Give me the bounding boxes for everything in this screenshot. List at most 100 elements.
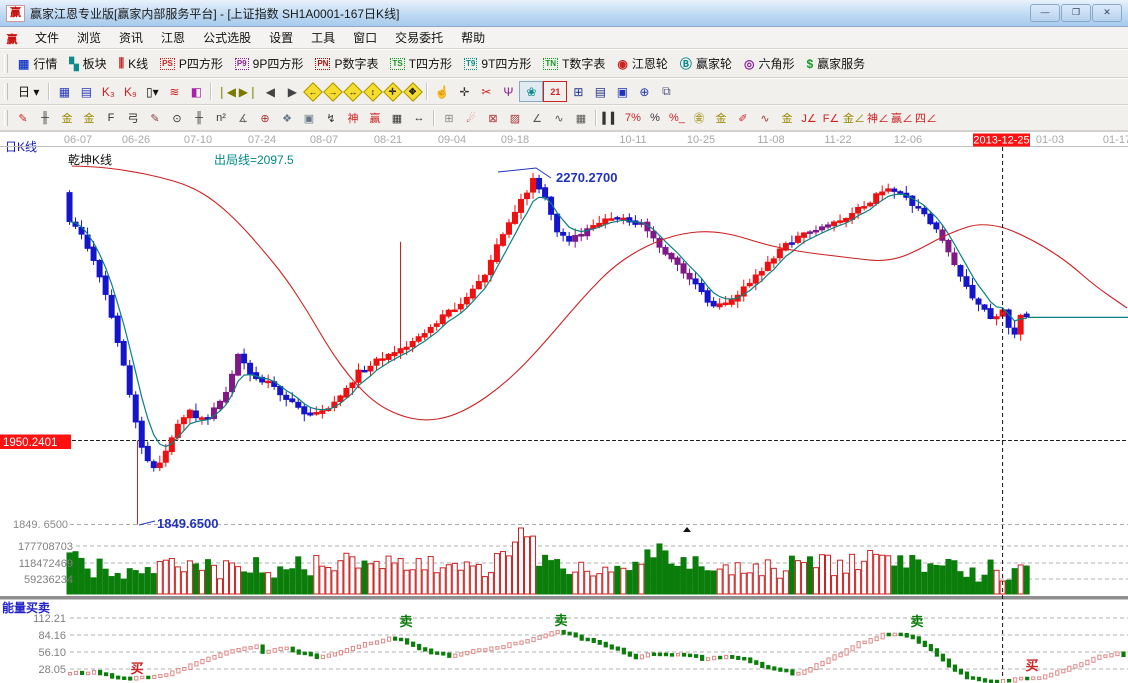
wave-gold-tool[interactable]: ∿ <box>754 109 776 128</box>
indicator-chart-icon[interactable]: ◧ <box>185 82 207 101</box>
notes-icon[interactable]: ▤ <box>589 82 611 101</box>
calendar-icon[interactable]: 21 <box>543 81 567 102</box>
p-number-button[interactable]: PNP数字表 <box>309 54 384 73</box>
candle-style-icon[interactable]: ▯▾ <box>141 82 163 101</box>
winner-service-button[interactable]: $赢家服务 <box>800 54 871 73</box>
four-angle-tool[interactable]: 四∠ <box>914 109 938 128</box>
smart-tool-icon[interactable]: ❀ <box>519 81 543 102</box>
web-tool[interactable]: ❖ <box>276 109 298 128</box>
f-angle-tool[interactable]: F∠ <box>820 109 842 128</box>
prev-icon[interactable]: ◀ <box>259 82 281 101</box>
t-square-button[interactable]: TST四方形 <box>384 54 458 73</box>
kline-chart[interactable]: 2270.27001849.65001849. 65001950.2401日K线… <box>0 132 1128 683</box>
gold2-angle-tool[interactable]: 金∠ <box>842 109 866 128</box>
save-web-icon[interactable]: ⊕ <box>633 82 655 101</box>
gold-comb2-tool[interactable]: 金 <box>78 109 100 128</box>
f-comb-tool[interactable]: F <box>100 109 122 128</box>
next-icon[interactable]: ▶ <box>281 82 303 101</box>
gold-angle-tool[interactable]: 金 <box>776 109 798 128</box>
menu-item-6[interactable]: 工具 <box>302 27 344 48</box>
brush-tool[interactable]: ✐ <box>732 109 754 128</box>
comb-tool[interactable]: ╫ <box>188 109 210 128</box>
hatch-box-tool[interactable]: ▨ <box>504 109 526 128</box>
volume-bar <box>151 574 156 594</box>
menu-item-2[interactable]: 资讯 <box>110 27 152 48</box>
menu-item-5[interactable]: 设置 <box>260 27 302 48</box>
rays-tool[interactable]: ☄ <box>460 109 482 128</box>
gold-circle-tool[interactable]: ㊎ <box>688 109 710 128</box>
cycle-circle-tool[interactable]: ⊙ <box>166 109 188 128</box>
save-pc-icon[interactable]: ⧉ <box>655 82 677 101</box>
percent-tool[interactable]: % <box>644 109 666 128</box>
grid2-tool[interactable]: ▦ <box>570 109 592 128</box>
kline-3-icon[interactable]: K₃ <box>97 82 119 101</box>
cut-tool-icon[interactable]: ✂ <box>475 82 497 101</box>
gold-comb-tool[interactable]: 金 <box>56 109 78 128</box>
hand-tool-icon[interactable]: ☝ <box>431 82 453 101</box>
p-square-button[interactable]: PSP四方形 <box>154 54 229 73</box>
menu-item-1[interactable]: 浏览 <box>68 27 110 48</box>
compass-tool[interactable]: ⊕ <box>254 109 276 128</box>
menu-item-8[interactable]: 交易委托 <box>386 27 452 48</box>
shen-comb-tool[interactable]: 神 <box>342 109 364 128</box>
pattern-icon[interactable]: ≋ <box>163 82 185 101</box>
width-tool[interactable]: ↔ <box>408 109 430 128</box>
pencil-tool[interactable]: ✎ <box>12 109 34 128</box>
save-icon[interactable]: ▣ <box>611 82 633 101</box>
grid-frame-tool[interactable]: ⊞ <box>438 109 460 128</box>
n2-tool[interactable]: n² <box>210 109 232 128</box>
chart-area[interactable]: 2270.27001849.65001849. 65001950.2401日K线… <box>0 131 1128 683</box>
j-angle-tool[interactable]: J∠ <box>798 109 820 128</box>
9t-square-button[interactable]: T99T四方形 <box>458 54 537 73</box>
gann-wheel-button[interactable]: ◉江恩轮 <box>611 54 674 73</box>
kline-9-icon[interactable]: K₉ <box>119 82 141 101</box>
quote-list-icon[interactable]: ▤ <box>75 82 97 101</box>
first-page-icon[interactable]: ❘◀ <box>215 82 237 101</box>
chart-window-icon[interactable]: ▦ <box>53 82 75 101</box>
marker-tool[interactable]: ✎ <box>144 109 166 128</box>
zoom-in-diamond[interactable]: ✛ <box>383 82 403 102</box>
sectors-button[interactable]: ▚板块 <box>63 54 112 73</box>
menu-item-0[interactable]: 文件 <box>26 27 68 48</box>
angle-tool[interactable]: ∡ <box>232 109 254 128</box>
close-button[interactable]: ✕ <box>1092 4 1122 22</box>
calculator-icon[interactable]: ⊞ <box>567 82 589 101</box>
period-day-dropdown[interactable]: 日 ▾ <box>12 82 45 101</box>
menu-item-3[interactable]: 江恩 <box>152 27 194 48</box>
ruler-tool[interactable]: ▦ <box>386 109 408 128</box>
win-angle-tool[interactable]: 赢∠ <box>890 109 914 128</box>
winner-wheel-button[interactable]: Ⓑ赢家轮 <box>674 54 738 73</box>
minimize-button[interactable]: — <box>1030 4 1060 22</box>
last-page-icon[interactable]: ▶❘ <box>237 82 259 101</box>
fan-tool[interactable]: ↯ <box>320 109 342 128</box>
indicator-mark <box>1122 652 1125 657</box>
wave-tool[interactable]: ∿ <box>548 109 570 128</box>
t-number-button[interactable]: TNT数字表 <box>537 54 611 73</box>
slant-tool[interactable]: ∠ <box>526 109 548 128</box>
maximize-button[interactable]: ❐ <box>1061 4 1091 22</box>
quotes-button[interactable]: ▦行情 <box>12 54 63 73</box>
box-target-tool[interactable]: ▣ <box>298 109 320 128</box>
menu-item-7[interactable]: 窗口 <box>344 27 386 48</box>
percent-line-tool[interactable]: 7% <box>622 109 644 128</box>
9p-square-button[interactable]: P99P四方形 <box>229 54 309 73</box>
pan-right-diamond[interactable]: → <box>323 82 343 102</box>
gold-line-tool[interactable]: 金 <box>710 109 732 128</box>
zoom-all-diamond[interactable]: ✥ <box>403 82 423 102</box>
pan-left-diamond[interactable]: ← <box>303 82 323 102</box>
kline-button[interactable]: ⫼K线 <box>113 54 155 73</box>
box-x-tool[interactable]: ⊠ <box>482 109 504 128</box>
zoom-h-diamond[interactable]: ↔ <box>343 82 363 102</box>
hexagon-button[interactable]: ◎六角形 <box>738 54 801 73</box>
percent-under-tool[interactable]: %_ <box>666 109 688 128</box>
bars-tool[interactable]: ▍▍ <box>600 109 622 128</box>
menu-item-4[interactable]: 公式选股 <box>194 27 260 48</box>
shen-angle-tool[interactable]: 神∠ <box>866 109 890 128</box>
win-box-tool[interactable]: 赢 <box>364 109 386 128</box>
ornament-tool-icon[interactable]: Ψ <box>497 82 519 101</box>
crosshair-tool-icon[interactable]: ✛ <box>453 82 475 101</box>
zoom-v-diamond[interactable]: ↕ <box>363 82 383 102</box>
spring-tool[interactable]: 弓 <box>122 109 144 128</box>
gann-comb-tool[interactable]: ╫ <box>34 109 56 128</box>
menu-item-9[interactable]: 帮助 <box>452 27 494 48</box>
